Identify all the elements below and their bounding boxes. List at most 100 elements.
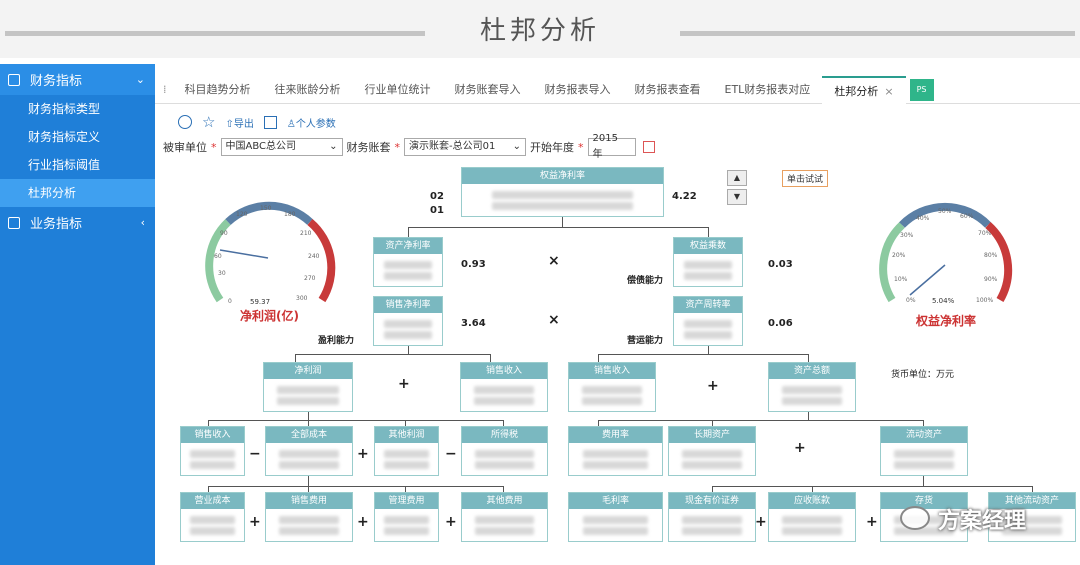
banner: 杜邦分析 bbox=[0, 0, 1080, 58]
tab-extra-icon[interactable]: PS bbox=[909, 78, 934, 101]
node-body bbox=[375, 509, 438, 541]
sidebar: 财务指标 ⌄ 财务指标类型 财务指标定义 行业指标阈值 杜邦分析 业务指标 ‹ bbox=[0, 64, 155, 565]
tab-book-import[interactable]: 财务账套导入 bbox=[443, 76, 533, 104]
node-title: 毛利率 bbox=[569, 493, 662, 509]
tab-report-view[interactable]: 财务报表查看 bbox=[623, 76, 713, 104]
node-title: 其他利润 bbox=[375, 427, 438, 443]
node-expense-rate[interactable]: 费用率 bbox=[568, 426, 663, 476]
sidebar-item-threshold[interactable]: 行业指标阈值 bbox=[0, 151, 155, 179]
profit-ability-label: 盈利能力 bbox=[318, 336, 355, 346]
node-title: 销售收入 bbox=[181, 427, 244, 443]
book-select[interactable]: 演示账套-总公司01 ⌄ bbox=[404, 138, 526, 156]
node-gross-margin[interactable]: 毛利率 bbox=[568, 492, 663, 542]
chevron-left-icon: ‹ bbox=[140, 216, 145, 229]
gauge-tick: 240 bbox=[308, 253, 320, 260]
value-label: 02 bbox=[430, 191, 444, 202]
scroll-down-button[interactable]: ▼ bbox=[727, 189, 747, 205]
star-icon[interactable]: ☆ bbox=[202, 113, 215, 131]
gauge-value: 5.04% bbox=[932, 297, 955, 305]
tab-report-import[interactable]: 财务报表导入 bbox=[533, 76, 623, 104]
year-input[interactable]: 2015 年 bbox=[587, 133, 636, 160]
personal-settings-button[interactable]: ♙个人参数 bbox=[287, 115, 336, 130]
plus-operator: + bbox=[398, 376, 410, 392]
node-current-assets[interactable]: 流动资产 bbox=[880, 426, 968, 476]
node-body bbox=[266, 443, 352, 475]
tab-etl[interactable]: ETL财务报表对应 bbox=[713, 76, 823, 104]
gauge-tick: 270 bbox=[304, 275, 316, 282]
document-icon bbox=[8, 73, 20, 86]
node-title: 资产总额 bbox=[769, 363, 855, 379]
node-income-tax[interactable]: 所得税 bbox=[461, 426, 548, 476]
node-total-cost[interactable]: 全部成本 bbox=[265, 426, 353, 476]
connector bbox=[808, 412, 809, 420]
wechat-icon bbox=[900, 506, 930, 530]
node-body bbox=[674, 313, 742, 345]
minus-operator: − bbox=[445, 446, 457, 462]
node-selling-expense[interactable]: 销售费用 bbox=[265, 492, 353, 542]
gauge-tick: 20% bbox=[892, 252, 906, 259]
sidebar-group-business[interactable]: 业务指标 ‹ bbox=[0, 207, 155, 238]
node-body bbox=[669, 509, 755, 541]
tab-dupont[interactable]: 杜邦分析 × bbox=[822, 75, 906, 104]
gauge-tick: 30% bbox=[900, 232, 914, 239]
connector bbox=[708, 346, 709, 354]
sidebar-group-finance[interactable]: 财务指标 ⌄ bbox=[0, 64, 155, 95]
node-body bbox=[674, 254, 742, 286]
node-body bbox=[569, 509, 662, 541]
node-long-term-assets[interactable]: 长期资产 bbox=[668, 426, 756, 476]
node-equity-multiplier[interactable]: 权益乘数 bbox=[673, 237, 743, 287]
sidebar-item-dupont[interactable]: 杜邦分析 bbox=[0, 179, 155, 207]
node-cash-securities[interactable]: 现金有价证券 bbox=[668, 492, 756, 542]
unit-select[interactable]: 中国ABC总公司 ⌄ bbox=[220, 138, 343, 156]
operate-ability-label: 营运能力 bbox=[627, 336, 664, 346]
node-title: 所得税 bbox=[462, 427, 547, 443]
node-title: 长期资产 bbox=[669, 427, 755, 443]
sidebar-item-indicator-type[interactable]: 财务指标类型 bbox=[0, 95, 155, 123]
tab-industry[interactable]: 行业单位统计 bbox=[353, 76, 443, 104]
value-label: 4.22 bbox=[672, 191, 697, 202]
menu-icon[interactable]: ⁞ bbox=[163, 83, 167, 96]
sidebar-item-indicator-def[interactable]: 财务指标定义 bbox=[0, 123, 155, 151]
value-label: 0.03 bbox=[768, 259, 793, 270]
connector bbox=[208, 420, 503, 421]
node-title: 应收账款 bbox=[769, 493, 855, 509]
node-roa[interactable]: 资产净利率 bbox=[373, 237, 443, 287]
node-other-profit[interactable]: 其他利润 bbox=[374, 426, 439, 476]
node-title: 销售收入 bbox=[569, 363, 655, 379]
node-operating-cost[interactable]: 营业成本 bbox=[180, 492, 245, 542]
node-other-expense[interactable]: 其他费用 bbox=[461, 492, 548, 542]
gauge-tick: 180 bbox=[284, 211, 296, 218]
value-label: 0.93 bbox=[461, 259, 486, 270]
node-title: 净利润 bbox=[264, 363, 352, 379]
node-body bbox=[374, 254, 442, 286]
scroll-up-button[interactable]: ▲ bbox=[727, 170, 747, 186]
tab-subject-trend[interactable]: 科目趋势分析 bbox=[173, 76, 263, 104]
plus-operator: + bbox=[357, 514, 369, 530]
year-value: 2015 年 bbox=[592, 133, 618, 160]
node-body bbox=[669, 443, 755, 475]
close-icon[interactable]: × bbox=[884, 85, 893, 98]
gauge-tick: 0 bbox=[228, 298, 232, 305]
node-sales-revenue[interactable]: 销售收入 bbox=[460, 362, 548, 412]
node-admin-expense[interactable]: 管理费用 bbox=[374, 492, 439, 542]
node-net-profit-margin[interactable]: 销售净利率 bbox=[373, 296, 443, 346]
sidebar-group-label: 财务指标 bbox=[30, 74, 83, 89]
export-label: 导出 bbox=[233, 118, 254, 130]
node-asset-turnover[interactable]: 资产周转率 bbox=[673, 296, 743, 346]
node-receivables[interactable]: 应收账款 bbox=[768, 492, 856, 542]
node-total-assets[interactable]: 资产总额 bbox=[768, 362, 856, 412]
node-body bbox=[181, 509, 244, 541]
refresh-icon[interactable] bbox=[178, 115, 192, 129]
node-body bbox=[264, 379, 352, 411]
currency-unit-label: 货币单位：万元 bbox=[891, 370, 955, 380]
node-sales-revenue-3[interactable]: 销售收入 bbox=[180, 426, 245, 476]
calendar-icon[interactable] bbox=[642, 141, 655, 153]
node-body bbox=[462, 509, 547, 541]
node-sales-revenue-2[interactable]: 销售收入 bbox=[568, 362, 656, 412]
node-body bbox=[569, 443, 662, 475]
node-net-profit[interactable]: 净利润 bbox=[263, 362, 353, 412]
export-button[interactable]: ⇧导出 bbox=[225, 115, 253, 130]
tab-aging[interactable]: 往来账龄分析 bbox=[263, 76, 353, 104]
node-roe[interactable]: 权益净利率 bbox=[461, 167, 664, 217]
print-icon[interactable] bbox=[263, 115, 277, 129]
